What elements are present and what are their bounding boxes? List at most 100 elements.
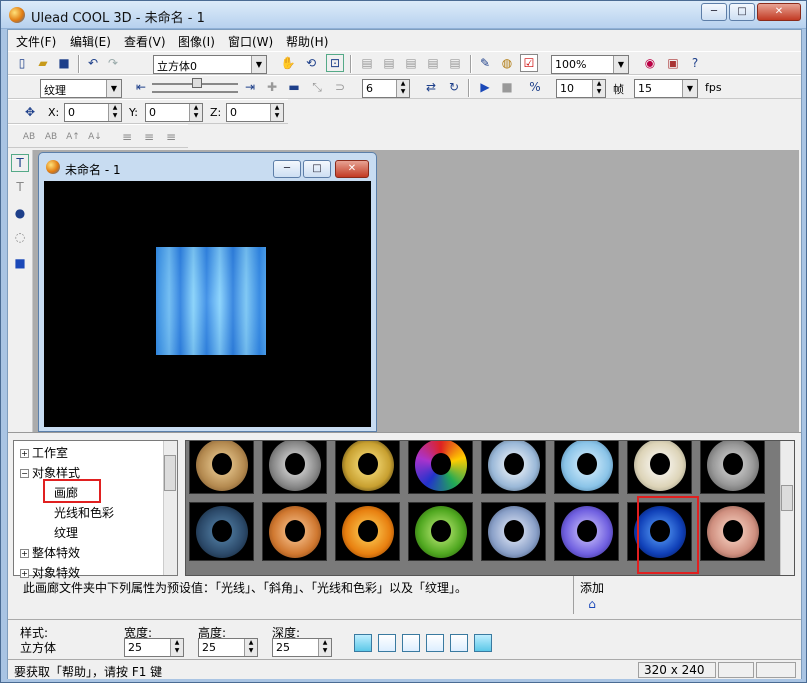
textured-cube[interactable] xyxy=(156,247,266,355)
gallery-thumb-orange-ring[interactable] xyxy=(335,502,400,561)
speed-input[interactable]: 10 ▲ ▼ xyxy=(556,79,606,98)
new-file-icon[interactable]: ▯ xyxy=(13,54,31,72)
align-icon-3[interactable]: ▤ xyxy=(402,54,420,72)
save-icon[interactable]: ■ xyxy=(55,54,73,72)
menu-help[interactable]: 帮助(H) xyxy=(286,33,328,50)
cube-style-1-icon[interactable] xyxy=(354,634,372,652)
add-key-icon[interactable]: ✚ xyxy=(263,78,281,96)
preset-gallery[interactable] xyxy=(185,440,795,576)
spin-arrows-icon[interactable]: ▲ ▼ xyxy=(108,104,121,121)
gallery-icon[interactable]: ▣ xyxy=(664,54,682,72)
last-frame-icon[interactable]: ⇥ xyxy=(241,78,259,96)
tree-item-global-effects[interactable]: + 整体特效 xyxy=(20,544,80,561)
spin-arrows-icon[interactable]: ▲ ▼ xyxy=(170,639,183,656)
gallery-thumb-studded-metal-ring[interactable] xyxy=(700,441,765,494)
tree-item-texture[interactable]: 纹理 xyxy=(54,524,78,541)
align-icon-5[interactable]: ▤ xyxy=(446,54,464,72)
text-style-icon-3[interactable]: A↑ xyxy=(64,128,82,146)
cube-style-3-icon[interactable] xyxy=(402,634,420,652)
gallery-thumb-gold-cutout-ring[interactable] xyxy=(335,441,400,494)
gallery-thumb-copper-ring[interactable] xyxy=(262,502,327,561)
edit-geometry-icon[interactable]: ◌ xyxy=(11,228,29,246)
object-select[interactable]: 立方体0 ▼ xyxy=(153,55,267,74)
menu-view[interactable]: 查看(V) xyxy=(124,33,166,50)
gallery-thumb-blue-grey-ring[interactable] xyxy=(481,502,546,561)
gallery-thumb-white-blue-ring[interactable] xyxy=(481,441,546,494)
rotate-tool-icon[interactable]: ⟲ xyxy=(302,54,320,72)
doc-close-button[interactable]: ✕ xyxy=(335,160,369,178)
gallery-thumb-mosaic-ring[interactable] xyxy=(408,441,473,494)
spin-arrows-icon[interactable]: ▲ ▼ xyxy=(396,80,409,97)
gallery-thumb-violet-ring[interactable] xyxy=(554,502,619,561)
align-icon-1[interactable]: ▤ xyxy=(358,54,376,72)
reverse-icon[interactable]: ⤡ xyxy=(308,78,326,96)
cube-style-2-icon[interactable] xyxy=(378,634,396,652)
spin-arrows-icon[interactable]: ▲ ▼ xyxy=(244,639,257,656)
edit-text-icon[interactable]: T xyxy=(11,178,29,196)
z-input[interactable]: 0 ▲ ▼ xyxy=(226,103,284,122)
add-to-gallery-icon[interactable]: ⌂ xyxy=(583,595,601,613)
gallery-thumb-green-ring[interactable] xyxy=(408,502,473,561)
align-icon-2[interactable]: ▤ xyxy=(380,54,398,72)
tree-item-object-effects[interactable]: + 对象特效 xyxy=(20,564,80,581)
cube-style-6-icon[interactable] xyxy=(474,634,492,652)
tree-scrollbar[interactable] xyxy=(163,441,177,575)
expand-icon[interactable]: + xyxy=(20,569,29,578)
stop-icon[interactable]: ■ xyxy=(498,78,516,96)
menu-image[interactable]: 图像(I) xyxy=(178,33,215,50)
pingpong-icon[interactable]: ⇄ xyxy=(422,78,440,96)
gallery-thumb-light-blue-ring[interactable] xyxy=(554,441,619,494)
menu-file[interactable]: 文件(F) xyxy=(16,33,56,50)
spin-arrows-icon[interactable]: ▲ ▼ xyxy=(592,80,605,97)
title-bar[interactable]: Ulead COOL 3D - 未命名 - 1 ─ □ ✕ xyxy=(1,1,806,29)
category-tree[interactable]: + 工作室 − 对象样式 画廊 光线和色彩 纹理 + 整体特效 + 对象特效 xyxy=(13,440,178,580)
maximize-button[interactable]: □ xyxy=(729,3,755,21)
cube-style-4-icon[interactable] xyxy=(426,634,444,652)
menu-window[interactable]: 窗口(W) xyxy=(228,33,273,50)
zoom-select[interactable]: 100% ▼ xyxy=(551,55,629,74)
align-right-icon[interactable]: ≡ xyxy=(162,128,180,146)
height-input[interactable]: 25 ▲ ▼ xyxy=(198,638,258,657)
loop-icon[interactable]: ⊃ xyxy=(331,78,349,96)
help-pointer-icon[interactable]: ? xyxy=(686,54,704,72)
redo-icon[interactable]: ↷ xyxy=(104,54,122,72)
attribute-select[interactable]: 纹理 ▼ xyxy=(40,79,122,98)
tree-item-light-color[interactable]: 光线和色彩 xyxy=(54,504,114,521)
align-center-icon[interactable]: ≡ xyxy=(140,128,158,146)
refresh-icon[interactable]: ↻ xyxy=(445,78,463,96)
hand-tool-icon[interactable]: ✋ xyxy=(279,54,297,72)
text-style-icon-4[interactable]: A↓ xyxy=(86,128,104,146)
spin-arrows-icon[interactable]: ▲ ▼ xyxy=(318,639,331,656)
spin-arrows-icon[interactable]: ▲ ▼ xyxy=(189,104,202,121)
collapse-icon[interactable]: − xyxy=(20,469,29,478)
frame-input[interactable]: 6 ▲ ▼ xyxy=(362,79,410,98)
wand-icon[interactable]: ✎ xyxy=(476,54,494,72)
doc-maximize-button[interactable]: □ xyxy=(303,160,331,178)
check-frame-icon[interactable]: ☑ xyxy=(520,54,538,72)
spin-arrows-icon[interactable]: ▲ ▼ xyxy=(270,104,283,121)
undo-icon[interactable]: ↶ xyxy=(84,54,102,72)
resize-tool-icon[interactable]: ⊡ xyxy=(326,54,344,72)
percent-icon[interactable]: % xyxy=(526,78,544,96)
insert-geometry-icon[interactable]: ● xyxy=(11,204,29,222)
gallery-scroll-thumb[interactable] xyxy=(781,485,793,511)
globe-icon[interactable]: ◍ xyxy=(498,54,516,72)
gallery-thumb-pink-copper-ring[interactable] xyxy=(700,502,765,561)
expand-icon[interactable]: + xyxy=(20,549,29,558)
render-canvas[interactable] xyxy=(44,181,371,427)
play-icon[interactable]: ▶ xyxy=(476,78,494,96)
depth-input[interactable]: 25 ▲ ▼ xyxy=(272,638,332,657)
timeline-slider[interactable] xyxy=(192,78,202,88)
doc-minimize-button[interactable]: ─ xyxy=(273,160,301,178)
align-icon-4[interactable]: ▤ xyxy=(424,54,442,72)
gallery-scrollbar[interactable] xyxy=(780,441,794,575)
tree-item-studio[interactable]: + 工作室 xyxy=(20,444,68,461)
close-button[interactable]: ✕ xyxy=(757,3,801,21)
text-style-icon-2[interactable]: AB xyxy=(42,128,60,146)
remove-key-icon[interactable]: ▬ xyxy=(285,78,303,96)
expand-icon[interactable]: + xyxy=(20,449,29,458)
menu-edit[interactable]: 编辑(E) xyxy=(70,33,111,50)
align-left-icon[interactable]: ≡ xyxy=(118,128,136,146)
tree-scroll-thumb[interactable] xyxy=(164,455,176,491)
gallery-thumb-cream-ring[interactable] xyxy=(627,441,692,494)
